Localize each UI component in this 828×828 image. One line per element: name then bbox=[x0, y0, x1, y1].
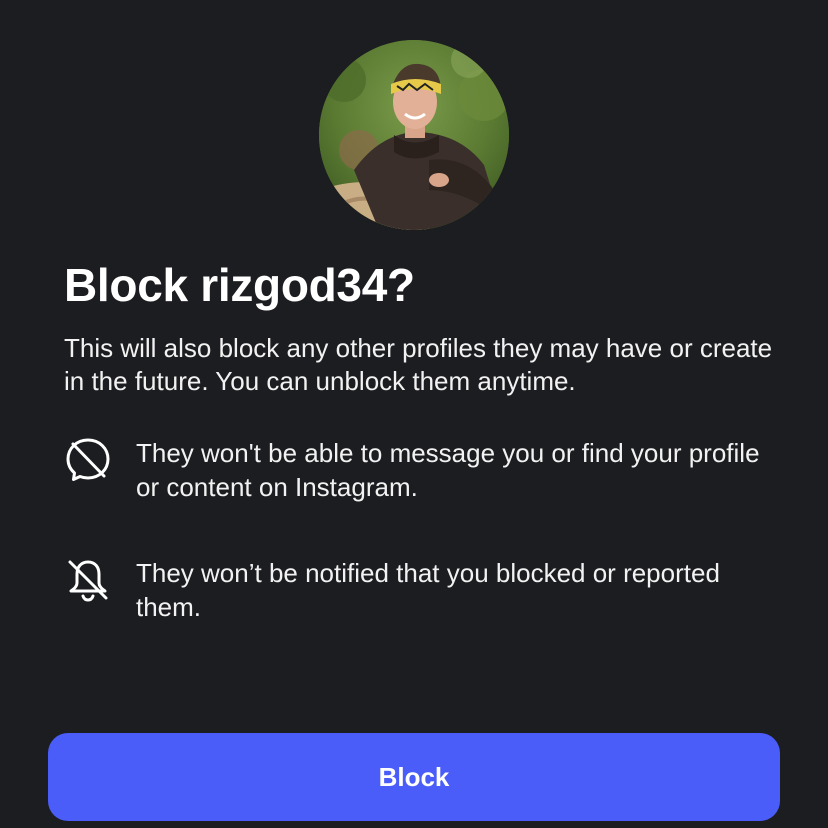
info-item-no-notification: They won’t be notified that you blocked … bbox=[64, 556, 784, 636]
block-button[interactable]: Block bbox=[48, 733, 780, 821]
info-text-no-notification: They won’t be notified that you blocked … bbox=[136, 558, 720, 622]
notifications-off-icon bbox=[64, 556, 112, 604]
info-text-no-message: They won't be able to message you or fin… bbox=[136, 438, 760, 502]
profile-photo bbox=[319, 40, 509, 230]
info-item-no-message: They won't be able to message you or fin… bbox=[64, 436, 784, 516]
dialog-title: Block rizgod34? bbox=[64, 259, 415, 311]
dialog-subtitle: This will also block any other profiles … bbox=[64, 333, 773, 396]
no-message-icon bbox=[64, 436, 112, 484]
profile-avatar bbox=[319, 40, 509, 230]
block-dialog: Block rizgod34? This will also block any… bbox=[0, 0, 828, 828]
